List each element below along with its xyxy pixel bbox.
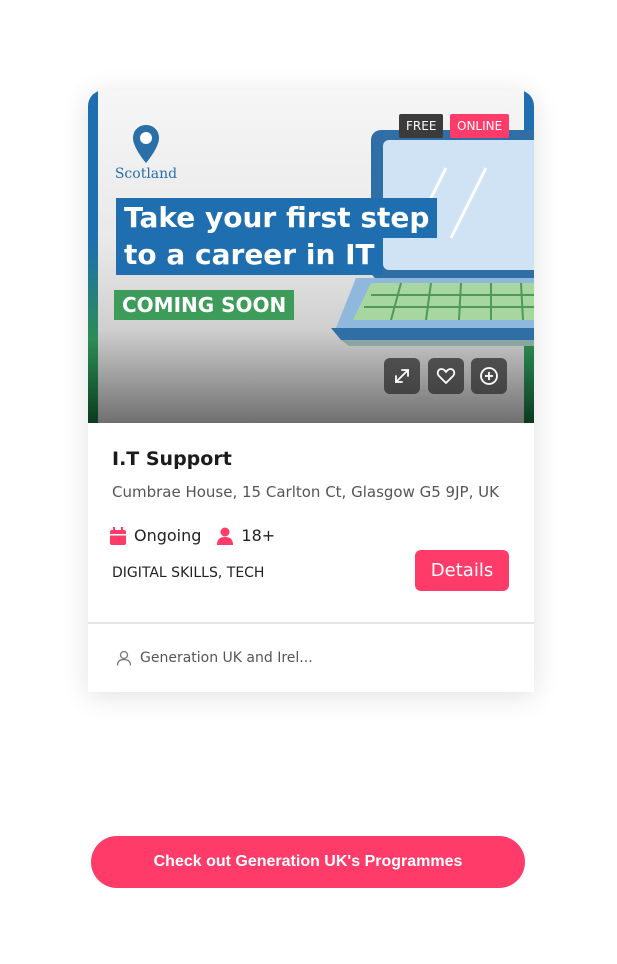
schedule-text: Ongoing bbox=[134, 526, 202, 545]
event-tags: DIGITAL SKILLS, TECH bbox=[112, 565, 265, 581]
logo-text: Scotland bbox=[114, 166, 178, 182]
online-badge: ONLINE bbox=[450, 114, 510, 138]
event-card: Scotland Take your first step to a caree… bbox=[88, 90, 534, 692]
age-text: 18+ bbox=[241, 526, 276, 545]
provider-name: Generation UK and Irel... bbox=[140, 650, 313, 666]
provider-info[interactable]: Generation UK and Irel... bbox=[116, 650, 313, 666]
event-meta: Ongoing 18+ bbox=[110, 526, 291, 545]
card-banner-image[interactable]: Scotland Take your first step to a caree… bbox=[88, 90, 534, 423]
age-info: 18+ bbox=[217, 526, 275, 545]
details-button[interactable]: Details bbox=[415, 550, 509, 591]
card-divider bbox=[88, 622, 534, 624]
user-icon bbox=[116, 650, 132, 666]
free-badge: FREE bbox=[399, 114, 444, 138]
person-icon bbox=[217, 527, 234, 545]
coming-soon-label: COMING SOON bbox=[114, 290, 295, 320]
heart-icon bbox=[436, 368, 456, 384]
calendar-icon bbox=[110, 526, 126, 545]
map-pin-icon bbox=[133, 125, 159, 163]
scotland-logo: Scotland bbox=[114, 124, 178, 182]
plus-circle-icon bbox=[480, 367, 498, 385]
expand-button[interactable] bbox=[384, 358, 420, 394]
banner-strip-left bbox=[88, 90, 98, 423]
event-address: Cumbrae House, 15 Carlton Ct, Glasgow G5… bbox=[112, 483, 499, 501]
expand-icon bbox=[395, 369, 409, 383]
schedule-info: Ongoing bbox=[110, 526, 201, 545]
event-title[interactable]: I.T Support bbox=[112, 448, 232, 470]
banner-headline-line1: Take your first step bbox=[116, 198, 438, 238]
programmes-cta-button[interactable]: Check out Generation UK's Programmes bbox=[91, 836, 525, 888]
banner-headline-line2: to a career in IT bbox=[116, 235, 383, 275]
add-button[interactable] bbox=[471, 358, 507, 394]
favorite-button[interactable] bbox=[428, 358, 464, 394]
